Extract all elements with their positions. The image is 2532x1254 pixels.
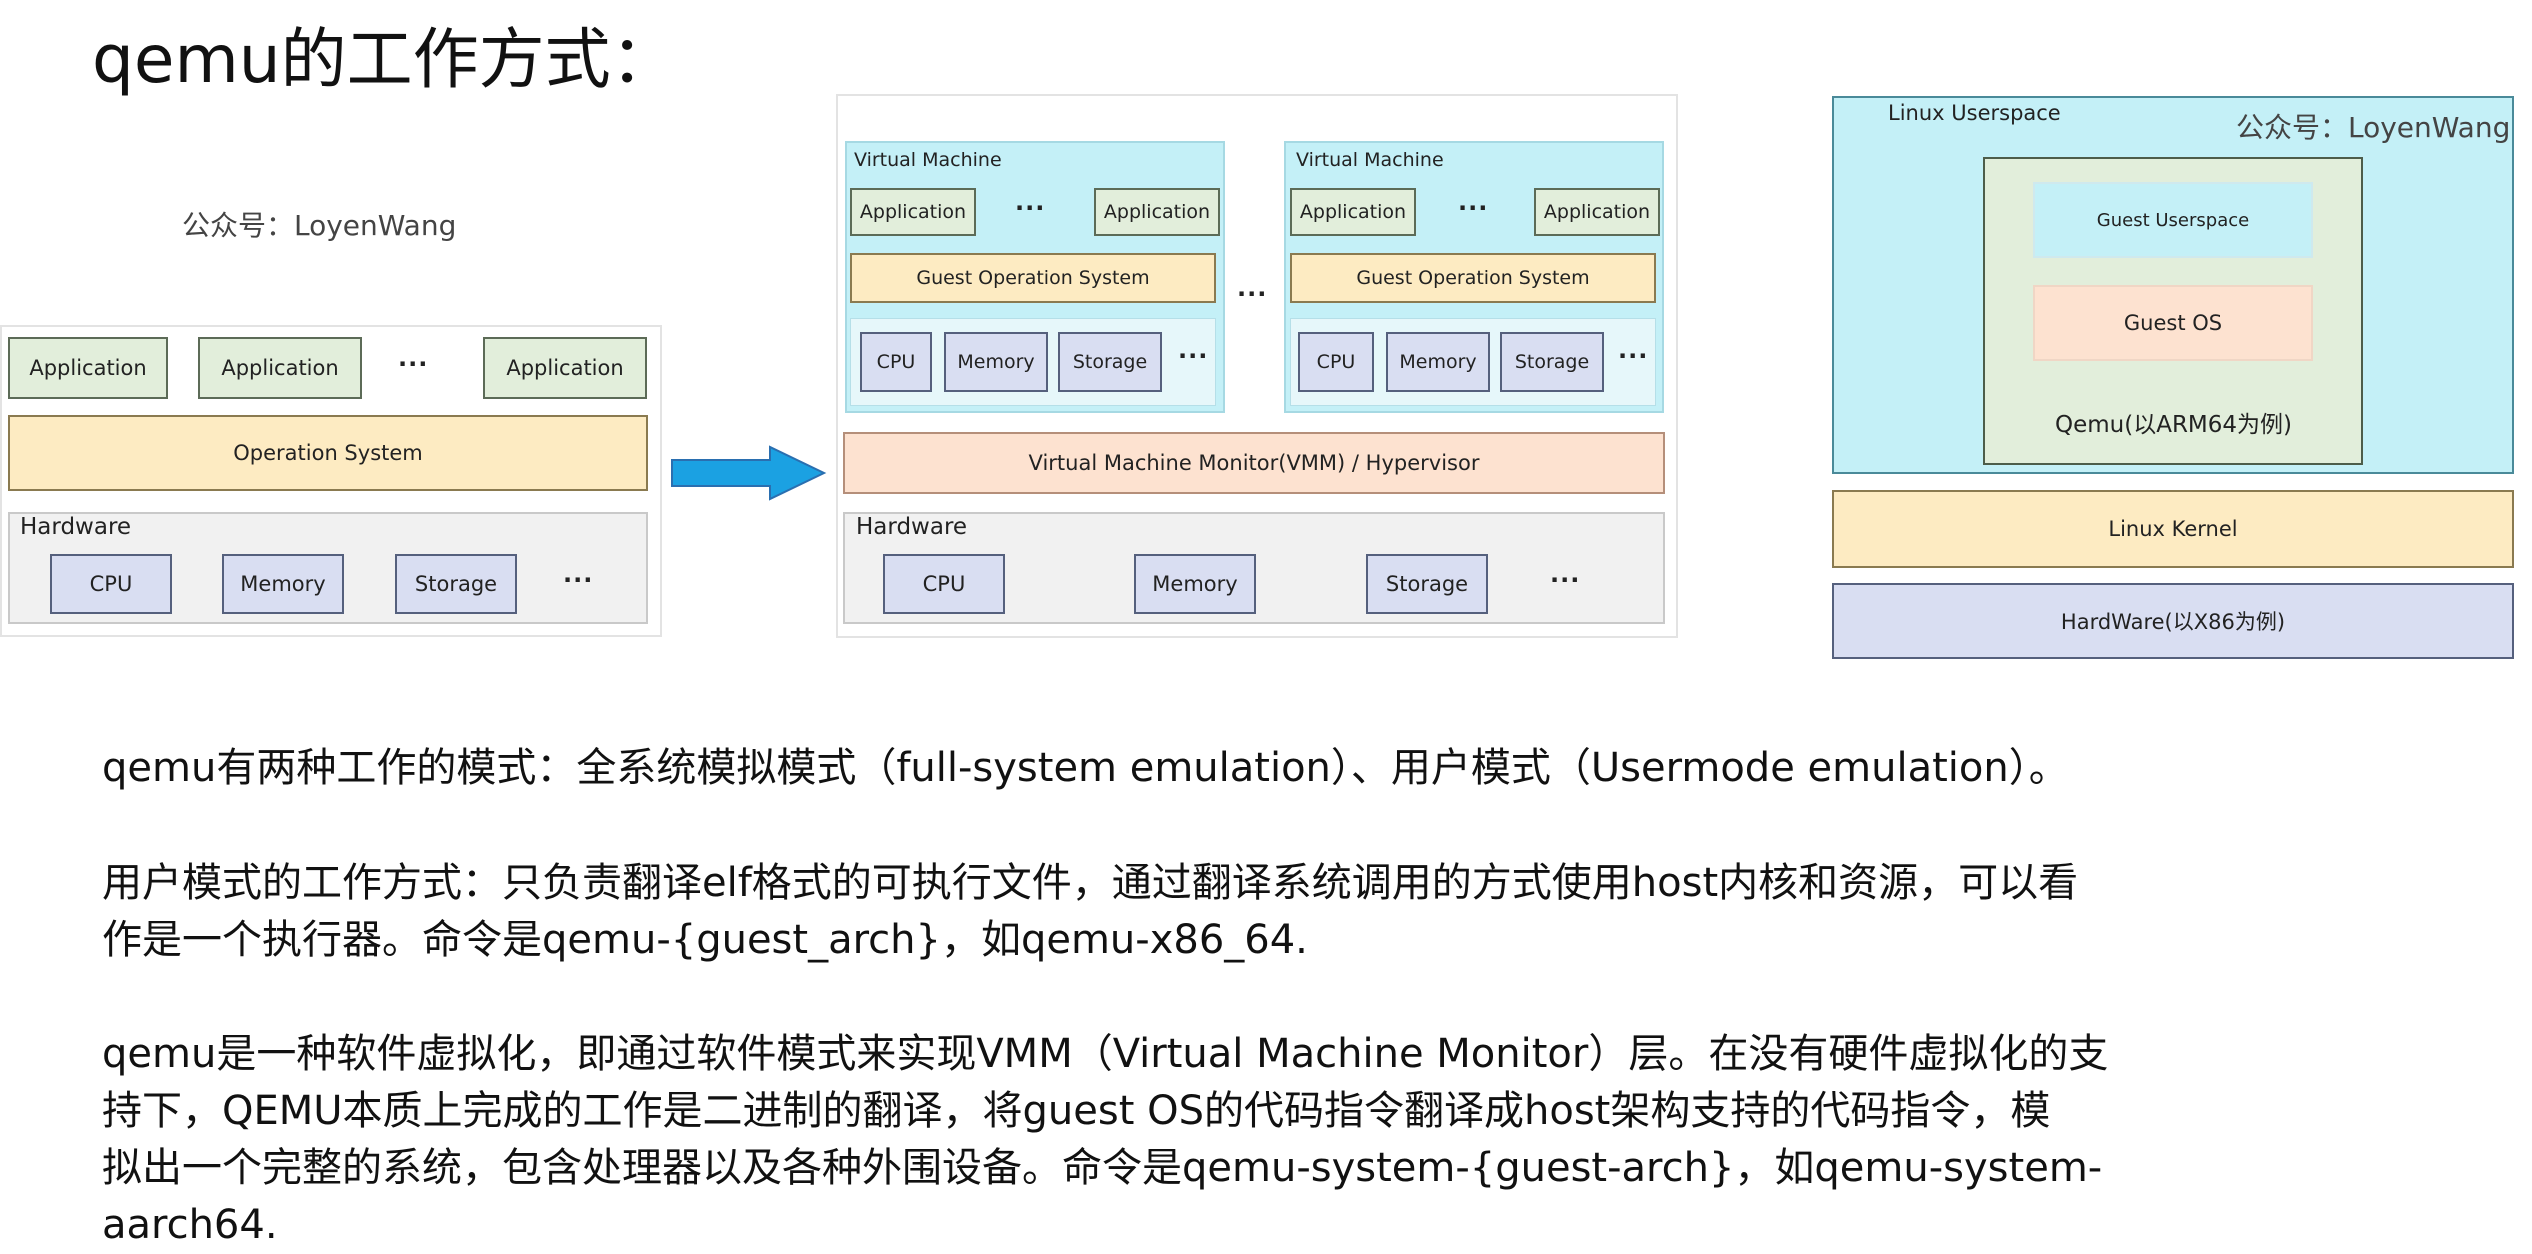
vm-label: Virtual Machine <box>1296 149 1444 171</box>
paragraph-modes: qemu有两种工作的模式：全系统模拟模式（full-system emulati… <box>102 745 2069 791</box>
vm-hw-ellipsis: ··· <box>1618 342 1649 370</box>
host-memory-box: Memory <box>1134 554 1256 614</box>
vm-app-ellipsis: ··· <box>1015 194 1046 222</box>
guest-os-box: Guest OS <box>2033 285 2313 361</box>
vm-application-box: Application <box>1534 188 1660 236</box>
host-hardware-label: Hardware <box>856 514 968 540</box>
native-app-ellipsis: ··· <box>398 350 429 378</box>
vm-label: Virtual Machine <box>854 149 1002 171</box>
vm-storage-box: Storage <box>1500 332 1604 392</box>
page-title: qemu的工作方式： <box>92 21 677 98</box>
hardware-x86-box: HardWare(以X86为例) <box>1832 583 2514 659</box>
vm-cpu-box: CPU <box>860 332 932 392</box>
native-cpu-box: CPU <box>50 554 172 614</box>
host-storage-box: Storage <box>1366 554 1488 614</box>
vm-application-box: Application <box>1094 188 1220 236</box>
native-memory-box: Memory <box>222 554 344 614</box>
paragraph-usermode-line1: 用户模式的工作方式：只负责翻译elf格式的可执行文件，通过翻译系统调用的方式使用… <box>102 860 2079 906</box>
paragraph-system-line1: qemu是一种软件虚拟化，即通过软件模式来实现VMM（Virtual Machi… <box>102 1031 2109 1077</box>
vm-between-ellipsis: ··· <box>1237 280 1268 308</box>
guest-os-box: Guest Operation System <box>1290 253 1656 303</box>
native-application-box: Application <box>8 337 168 399</box>
paragraph-system-line4: aarch64. <box>102 1202 278 1248</box>
vmm-hypervisor-box: Virtual Machine Monitor(VMM) / Hyperviso… <box>843 432 1665 494</box>
vm-memory-box: Memory <box>1386 332 1490 392</box>
vm-application-box: Application <box>850 188 976 236</box>
linux-userspace-label: Linux Userspace <box>1888 101 2061 125</box>
host-cpu-box: CPU <box>883 554 1005 614</box>
guest-os-box: Guest Operation System <box>850 253 1216 303</box>
native-storage-box: Storage <box>395 554 517 614</box>
vm-hw-ellipsis: ··· <box>1178 342 1209 370</box>
vm-app-ellipsis: ··· <box>1458 194 1489 222</box>
guest-userspace-box: Guest Userspace <box>2033 182 2313 258</box>
vm-application-box: Application <box>1290 188 1416 236</box>
watermark-left: 公众号：LoyenWang <box>182 209 457 242</box>
paragraph-system-line3: 拟出一个完整的系统，包含处理器以及各种外围设备。命令是qemu-system-{… <box>102 1145 2103 1191</box>
vm-cpu-box: CPU <box>1298 332 1374 392</box>
qemu-label: Qemu(以ARM64为例) <box>2055 412 2293 438</box>
vm-storage-box: Storage <box>1058 332 1162 392</box>
paragraph-usermode-line2: 作是一个执行器。命令是qemu-{guest_arch}，如qemu-x86_6… <box>102 917 1308 963</box>
native-hardware-label: Hardware <box>20 514 132 540</box>
native-application-box: Application <box>198 337 362 399</box>
right-arrow-icon <box>671 445 827 501</box>
vm-memory-box: Memory <box>944 332 1048 392</box>
native-os-box: Operation System <box>8 415 648 491</box>
host-hw-ellipsis: ··· <box>1550 566 1581 594</box>
watermark-right: 公众号：LoyenWang <box>2236 111 2511 144</box>
native-application-box: Application <box>483 337 647 399</box>
linux-kernel-box: Linux Kernel <box>1832 490 2514 568</box>
native-hw-ellipsis: ··· <box>563 566 594 594</box>
paragraph-system-line2: 持下，QEMU本质上完成的工作是二进制的翻译，将guest OS的代码指令翻译成… <box>102 1088 2051 1134</box>
